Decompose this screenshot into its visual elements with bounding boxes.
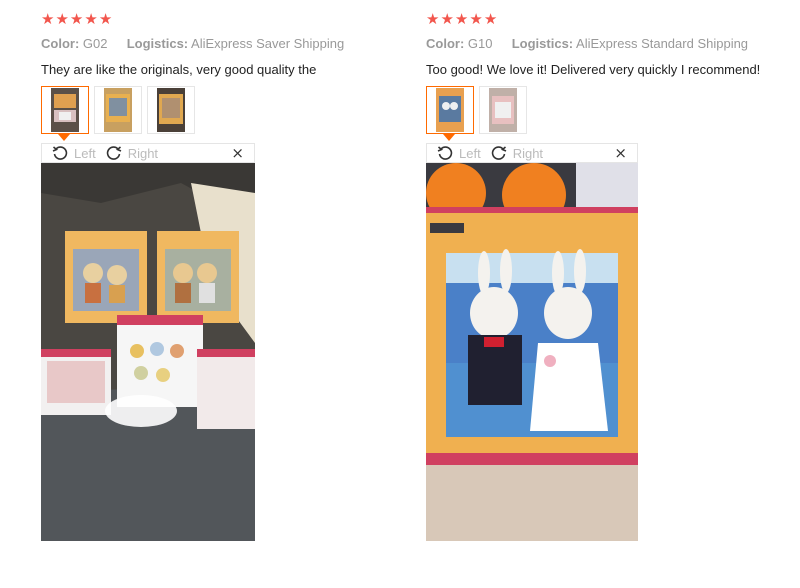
rating-stars: ★ ★ ★ ★ ★ [41, 12, 112, 27]
star-icon: ★ [483, 10, 498, 28]
rotate-right-icon [106, 146, 122, 160]
logistics-label: Logistics: [126, 36, 189, 51]
color-value: G10 [467, 36, 493, 51]
review-photo-image [426, 163, 638, 541]
review-meta: Color: G02 Logistics: AliExpress Saver S… [41, 36, 344, 51]
image-viewer-toolbar: Left Right × [426, 143, 638, 163]
rotate-right-button[interactable]: Right [106, 145, 158, 161]
rotate-left-label: Left [459, 145, 481, 161]
rotate-left-icon [52, 146, 68, 160]
rotate-right-button[interactable]: Right [491, 145, 543, 161]
star-icon: ★ [469, 10, 483, 28]
review-thumbnails [41, 86, 195, 141]
review-photo-image [41, 163, 255, 541]
review-thumbnail[interactable] [94, 86, 142, 134]
thumbnail-image [489, 88, 517, 132]
close-icon[interactable]: × [231, 145, 244, 161]
star-icon: ★ [41, 10, 55, 28]
close-icon[interactable]: × [614, 145, 627, 161]
thumbnail-image [157, 88, 185, 132]
logistics-value: AliExpress Saver Shipping [191, 36, 345, 51]
review-thumbnail[interactable] [41, 86, 89, 141]
review-photo [426, 163, 638, 541]
review-text: They are like the originals, very good q… [41, 62, 317, 77]
review-thumbnail[interactable] [479, 86, 527, 134]
color-label: Color: [41, 36, 80, 51]
rotate-left-button[interactable]: Left [437, 145, 481, 161]
rotate-right-icon [491, 146, 507, 160]
rotate-left-label: Left [74, 145, 96, 161]
thumbnail-image [436, 88, 464, 132]
review-thumbnail[interactable] [426, 86, 474, 141]
rotate-left-button[interactable]: Left [52, 145, 96, 161]
rotate-right-label: Right [127, 145, 159, 161]
review-text: Too good! We love it! Delivered very qui… [426, 62, 761, 77]
logistics-value: AliExpress Standard Shipping [576, 36, 749, 51]
thumbnail-image [51, 88, 79, 132]
rotate-left-icon [437, 146, 453, 160]
image-viewer-toolbar: Left Right × [41, 143, 255, 163]
review-photo [41, 163, 255, 541]
color-value: G02 [82, 36, 108, 51]
star-icon: ★ [98, 10, 113, 28]
review-meta: Color: G10 Logistics: AliExpress Standar… [426, 36, 748, 51]
review-thumbnails [426, 86, 527, 141]
star-icon: ★ [84, 10, 98, 28]
review-thumbnail[interactable] [147, 86, 195, 134]
star-icon: ★ [440, 10, 454, 28]
color-label: Color: [426, 36, 465, 51]
thumbnail-image [104, 88, 132, 132]
star-icon: ★ [69, 10, 84, 28]
rotate-right-label: Right [512, 145, 544, 161]
rating-stars: ★ ★ ★ ★ ★ [426, 12, 497, 27]
star-icon: ★ [454, 10, 469, 28]
star-icon: ★ [55, 10, 69, 28]
star-icon: ★ [426, 10, 440, 28]
logistics-label: Logistics: [511, 36, 574, 51]
